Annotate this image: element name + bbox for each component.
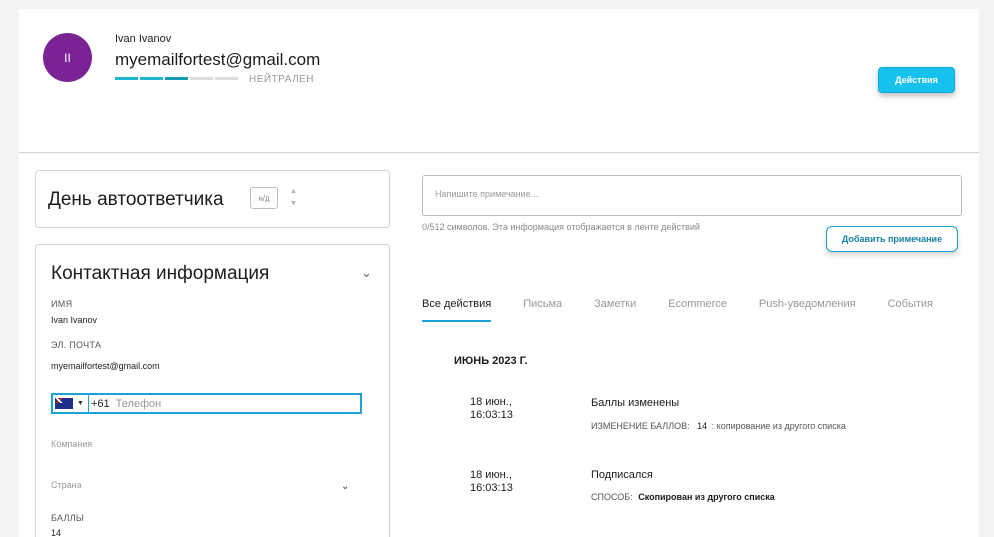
tab-ecommerce[interactable]: Ecommerce bbox=[668, 298, 727, 322]
progress-segment bbox=[165, 77, 188, 80]
event-datetime: 18 июн., 16:03:13 bbox=[470, 396, 513, 421]
australia-flag-icon[interactable] bbox=[55, 398, 73, 409]
tab-all-actions[interactable]: Все действия bbox=[422, 298, 492, 322]
autoresponder-panel: День автоответчика н/д ▲ ▼ bbox=[35, 170, 390, 228]
phone-input[interactable] bbox=[115, 397, 316, 410]
contact-info-title: Контактная информация bbox=[51, 263, 270, 284]
name-label: ИМЯ bbox=[51, 299, 73, 309]
phone-field[interactable]: ▼ +61 bbox=[51, 393, 362, 414]
timeline-month: ИЮНЬ 2023 Г. bbox=[454, 355, 528, 367]
tab-push[interactable]: Push-уведомления bbox=[759, 298, 856, 322]
progress-segment bbox=[190, 77, 213, 80]
note-input[interactable] bbox=[422, 175, 962, 216]
autoresponder-title: День автоответчика bbox=[48, 189, 224, 210]
email-label: ЭЛ. ПОЧТА bbox=[51, 340, 102, 350]
event-detail: СПОСОБ: Скопирован из другого списка bbox=[591, 492, 775, 502]
avatar: II bbox=[43, 33, 92, 82]
event-title: Баллы изменены bbox=[591, 397, 680, 409]
contact-header-card: II Ivan Ivanov myemailfortest@gmail.com … bbox=[19, 9, 979, 153]
score-value: 14 bbox=[51, 528, 62, 537]
event-title: Подписался bbox=[591, 469, 653, 481]
event-detail: ИЗМЕНЕНИЕ БАЛЛОВ: 14 : копирование из др… bbox=[591, 421, 846, 431]
add-note-button[interactable]: Добавить примечание bbox=[826, 226, 958, 252]
score-label: БАЛЛЫ bbox=[51, 513, 85, 523]
note-help-text: 0/512 символов. Эта информация отображае… bbox=[422, 222, 700, 232]
email-value[interactable]: myemailfortest@gmail.com bbox=[51, 361, 160, 371]
calendar-icon[interactable]: н/д bbox=[250, 187, 278, 209]
company-field[interactable]: Компания bbox=[51, 439, 92, 449]
name-value[interactable]: Ivan Ivanov bbox=[51, 315, 97, 325]
progress-segment bbox=[140, 77, 163, 80]
progress-segment bbox=[115, 77, 138, 80]
chevron-down-icon[interactable]: ⌄ bbox=[341, 481, 349, 492]
contact-body: День автоответчика н/д ▲ ▼ Контактная ин… bbox=[19, 154, 979, 537]
caret-down-icon[interactable]: ▼ bbox=[77, 400, 84, 407]
activity-tabs: Все действия Письма Заметки Ecommerce Pu… bbox=[422, 298, 965, 322]
phone-country-code: +61 bbox=[90, 397, 110, 410]
contact-email-heading: myemailfortest@gmail.com bbox=[115, 50, 321, 69]
progress-segment bbox=[215, 77, 238, 80]
contact-name: Ivan Ivanov bbox=[115, 33, 172, 45]
country-field[interactable]: Страна bbox=[51, 480, 82, 490]
engagement-progress bbox=[115, 77, 238, 80]
chevron-down-icon[interactable]: ⌄ bbox=[361, 265, 372, 281]
actions-button[interactable]: Действия bbox=[878, 67, 955, 93]
increment-icon[interactable]: ▲ bbox=[290, 188, 297, 195]
tab-emails[interactable]: Письма bbox=[523, 298, 562, 322]
decrement-icon[interactable]: ▼ bbox=[290, 200, 297, 207]
contact-info-panel: Контактная информация ⌄ ИМЯ Ivan Ivanov … bbox=[35, 244, 390, 537]
status-badge: НЕЙТРАЛЕН bbox=[249, 74, 315, 85]
event-datetime: 18 июн., 16:03:13 bbox=[470, 469, 513, 494]
tab-notes[interactable]: Заметки bbox=[594, 298, 636, 322]
tab-events[interactable]: События bbox=[888, 298, 933, 322]
